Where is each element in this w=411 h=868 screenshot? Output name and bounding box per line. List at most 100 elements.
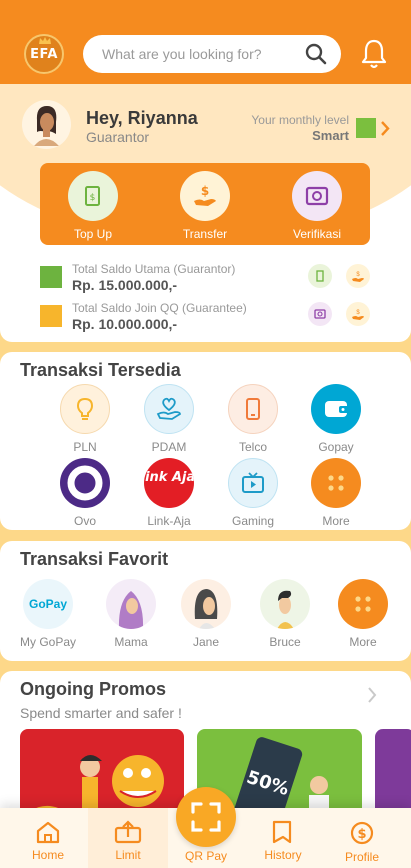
fav-mygopay[interactable]: GoPay My GoPay <box>13 579 83 649</box>
balance-color-swatch <box>40 266 62 288</box>
chevron-right-icon[interactable] <box>380 121 390 136</box>
tv-icon <box>228 458 278 508</box>
tile-label: PLN <box>73 440 97 454</box>
transfer-button[interactable]: $ Transfer <box>165 171 245 241</box>
section-title: Transaksi Favorit <box>20 549 169 569</box>
level-value: Smart <box>312 128 349 143</box>
woman-hijab-avatar-icon <box>106 579 156 629</box>
user-role: Guarantor <box>86 129 150 145</box>
bell-icon[interactable] <box>360 38 388 70</box>
gopay-wallet-icon <box>311 384 361 434</box>
balance-title: Total Saldo Utama (Guarantor) <box>72 262 236 276</box>
search-bar[interactable] <box>83 35 341 73</box>
tile-label: My GoPay <box>19 635 76 649</box>
tile-label: Mama <box>114 635 148 649</box>
action-label: Verifikasi <box>292 227 342 241</box>
user-avatar[interactable] <box>22 100 71 149</box>
search-icon[interactable] <box>305 43 327 65</box>
tile-label: More <box>349 635 377 649</box>
hand-money-icon[interactable]: $ <box>346 302 370 326</box>
chevron-right-icon[interactable] <box>367 687 377 703</box>
nav-home[interactable]: Home <box>8 808 88 868</box>
efa-logo[interactable]: EFA <box>24 34 64 74</box>
nav-history[interactable]: History <box>243 808 323 868</box>
section-subtitle: Spend smarter and safer ! <box>20 705 182 721</box>
woman-avatar-icon <box>34 106 59 146</box>
balance-row-utama: Total Saldo Utama (Guarantor) Rp. 15.000… <box>40 262 370 298</box>
greeting-text: Hey, Riyanna <box>86 108 198 128</box>
action-label: Transfer <box>182 227 228 241</box>
balance-row-joinqq: Total Saldo Join QQ (Guarantee) Rp. 10.0… <box>40 301 370 337</box>
tile-label: Ovo <box>73 514 96 528</box>
search-input[interactable] <box>102 46 292 62</box>
fav-jane[interactable]: Jane <box>171 579 241 649</box>
nav-limit[interactable]: Limit <box>88 808 168 868</box>
telco-tile[interactable]: Telco <box>218 384 288 454</box>
tile-label: Link-Aja <box>147 514 191 528</box>
nav-label: History <box>264 848 302 862</box>
fav-mama[interactable]: Mama <box>96 579 166 649</box>
tile-label: Bruce <box>269 635 301 649</box>
level-label: Your monthly level <box>251 113 349 127</box>
ovo-logo-icon <box>60 458 110 508</box>
verifikasi-button[interactable]: Verifikasi <box>277 171 357 241</box>
hand-money-icon[interactable]: $ <box>346 264 370 288</box>
svg-text:$: $ <box>356 272 360 278</box>
upload-box-icon <box>114 820 142 844</box>
svg-text:$: $ <box>90 193 96 203</box>
svg-text:$: $ <box>201 184 209 198</box>
gopay-tile[interactable]: Gopay <box>301 384 371 454</box>
linkaja-logo-text: Link Aja! <box>144 470 194 485</box>
lion-dance-illustration <box>30 755 164 817</box>
linkaja-logo-icon: Link Aja! <box>144 458 194 508</box>
balance-color-swatch <box>40 305 62 327</box>
gopay-logo-text: GoPay <box>28 597 67 611</box>
promo-card-lion-dance[interactable] <box>20 729 184 819</box>
linkaja-tile[interactable]: Link Aja! Link-Aja <box>134 458 204 528</box>
tile-label: Jane <box>192 635 220 649</box>
money-cycle-icon: $ <box>350 821 374 845</box>
book-icon <box>272 820 292 844</box>
nav-label: QR Pay <box>184 849 227 863</box>
nav-label: Limit <box>115 848 141 862</box>
bulb-icon <box>60 384 110 434</box>
pln-tile[interactable]: PLN <box>50 384 120 454</box>
section-title: Ongoing Promos <box>20 679 166 699</box>
svg-text:$: $ <box>356 310 360 316</box>
qr-pay-button[interactable] <box>176 787 236 847</box>
logo-text: EFA <box>30 46 58 62</box>
balance-value: Rp. 15.000.000,- <box>72 277 178 293</box>
tile-label: PDAM <box>151 440 187 454</box>
gaming-tile[interactable]: Gaming <box>218 458 288 528</box>
hand-money-icon: $ <box>180 171 230 221</box>
tile-label: More <box>322 514 350 528</box>
more-tile[interactable]: More <box>301 458 371 528</box>
section-title: Transaksi Tersedia <box>20 360 181 380</box>
pdam-tile[interactable]: PDAM <box>134 384 204 454</box>
transaksi-tersedia-section: Transaksi Tersedia PLN PDAM Telco Gopay … <box>0 352 411 530</box>
fav-bruce[interactable]: Bruce <box>250 579 320 649</box>
crown-icon <box>39 37 51 44</box>
scan-frame-icon <box>191 802 221 832</box>
ovo-tile[interactable]: Ovo <box>50 458 120 528</box>
wallet-icon: $ <box>68 171 118 221</box>
nav-profile[interactable]: $ Profile <box>322 808 402 868</box>
wallet-icon[interactable] <box>308 264 332 288</box>
more-dots-icon <box>338 579 388 629</box>
balance-value: Rp. 10.000.000,- <box>72 316 178 332</box>
nav-label: Home <box>31 848 64 862</box>
gopay-logo-icon: GoPay <box>23 579 73 629</box>
topup-button[interactable]: $ Top Up <box>53 171 133 241</box>
balance-title: Total Saldo Join QQ (Guarantee) <box>72 301 247 315</box>
quick-actions: $ Top Up $ Transfer Verifikasi <box>40 163 370 245</box>
tile-label: Telco <box>238 440 267 454</box>
fav-more[interactable]: More <box>328 579 398 649</box>
promo-card-partial[interactable] <box>375 729 411 819</box>
more-dots-icon <box>311 458 361 508</box>
nav-label: Profile <box>344 850 379 864</box>
level-badge <box>356 118 376 138</box>
water-heart-icon <box>144 384 194 434</box>
home-icon <box>36 821 60 844</box>
safe-icon[interactable] <box>308 302 332 326</box>
man-avatar-icon <box>260 579 310 629</box>
